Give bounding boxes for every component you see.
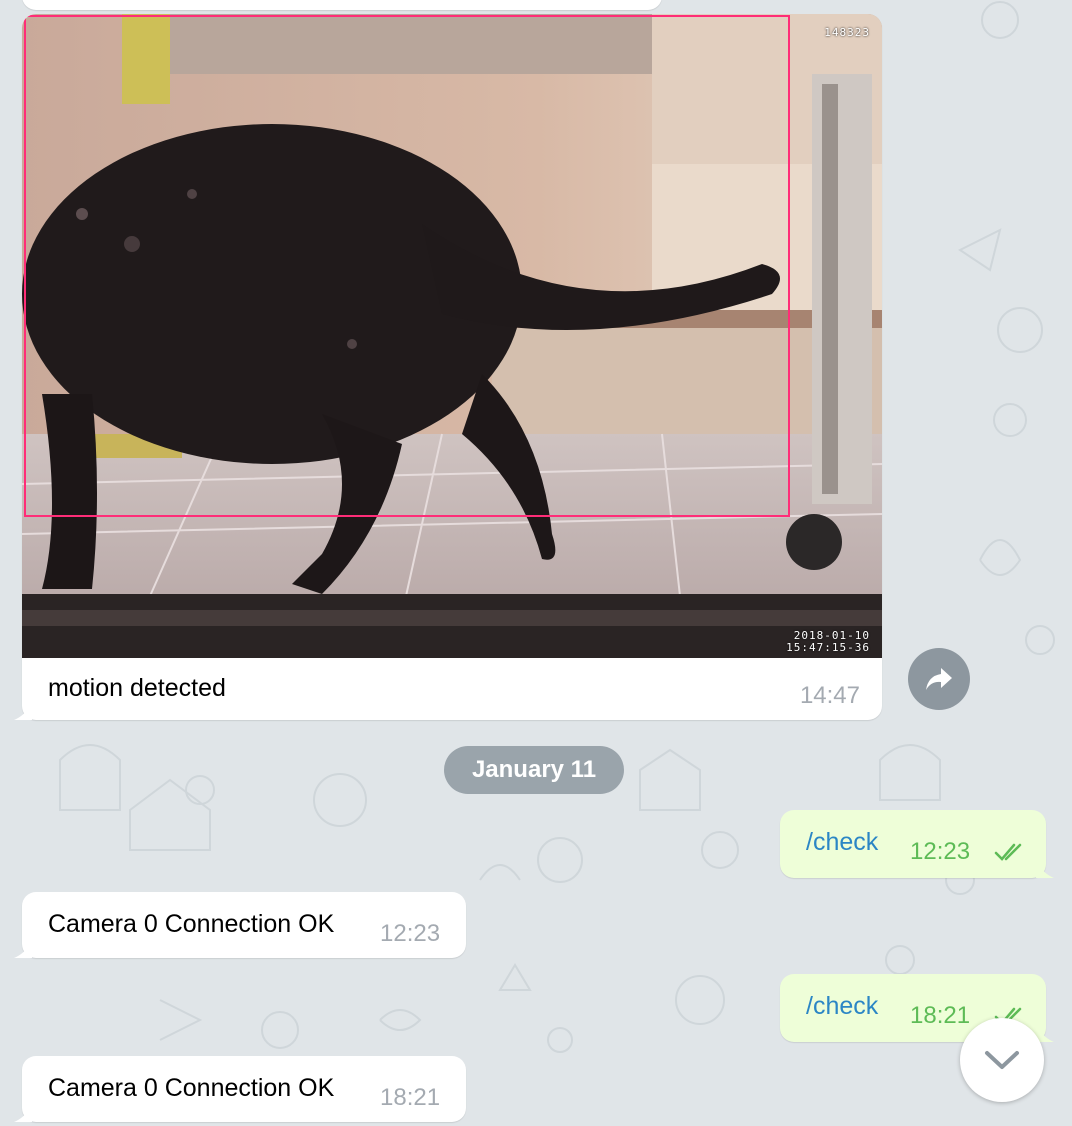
chevron-down-icon bbox=[985, 1051, 1019, 1069]
previous-message-bubble bbox=[22, 0, 662, 10]
bubble-tail bbox=[14, 704, 32, 720]
forward-button[interactable] bbox=[908, 648, 970, 710]
motion-highlight-box bbox=[24, 15, 790, 517]
camera-time: 15:47:15-36 bbox=[786, 641, 870, 654]
command-link[interactable]: /check bbox=[806, 828, 878, 857]
bubble-tail bbox=[14, 1106, 32, 1122]
message-text: Camera 0 Connection OK bbox=[48, 910, 335, 938]
motion-photo[interactable]: 148323 2018-01-10 15:47:15-36 bbox=[22, 14, 882, 658]
camera-id-overlay: 148323 bbox=[824, 26, 870, 39]
message-time: 12:23 bbox=[380, 920, 441, 947]
double-check-icon bbox=[994, 843, 1022, 861]
message-time: 12:23 bbox=[910, 838, 971, 865]
outgoing-message-bubble[interactable]: /check 12:23 bbox=[780, 810, 1054, 878]
camera-timestamp-overlay: 2018-01-10 15:47:15-36 bbox=[786, 630, 870, 654]
message-text: Camera 0 Connection OK bbox=[48, 1074, 335, 1102]
message-time: 18:21 bbox=[380, 1084, 441, 1111]
message-time: 18:21 bbox=[910, 1002, 971, 1029]
photo-caption: motion detected bbox=[48, 674, 226, 702]
bubble-tail bbox=[14, 942, 32, 958]
message-time: 14:47 bbox=[799, 682, 860, 709]
command-link[interactable]: /check bbox=[806, 992, 878, 1021]
bubble-tail bbox=[1036, 862, 1054, 878]
photo-message-bubble[interactable]: 148323 2018-01-10 15:47:15-36 motion det… bbox=[14, 14, 882, 720]
forward-arrow-icon bbox=[926, 668, 952, 690]
scroll-to-bottom-button[interactable] bbox=[960, 1018, 1044, 1102]
incoming-message-bubble[interactable]: Camera 0 Connection OK 12:23 bbox=[14, 892, 466, 958]
date-divider: January 11 bbox=[444, 746, 624, 794]
incoming-message-bubble[interactable]: Camera 0 Connection OK 18:21 bbox=[14, 1056, 466, 1122]
